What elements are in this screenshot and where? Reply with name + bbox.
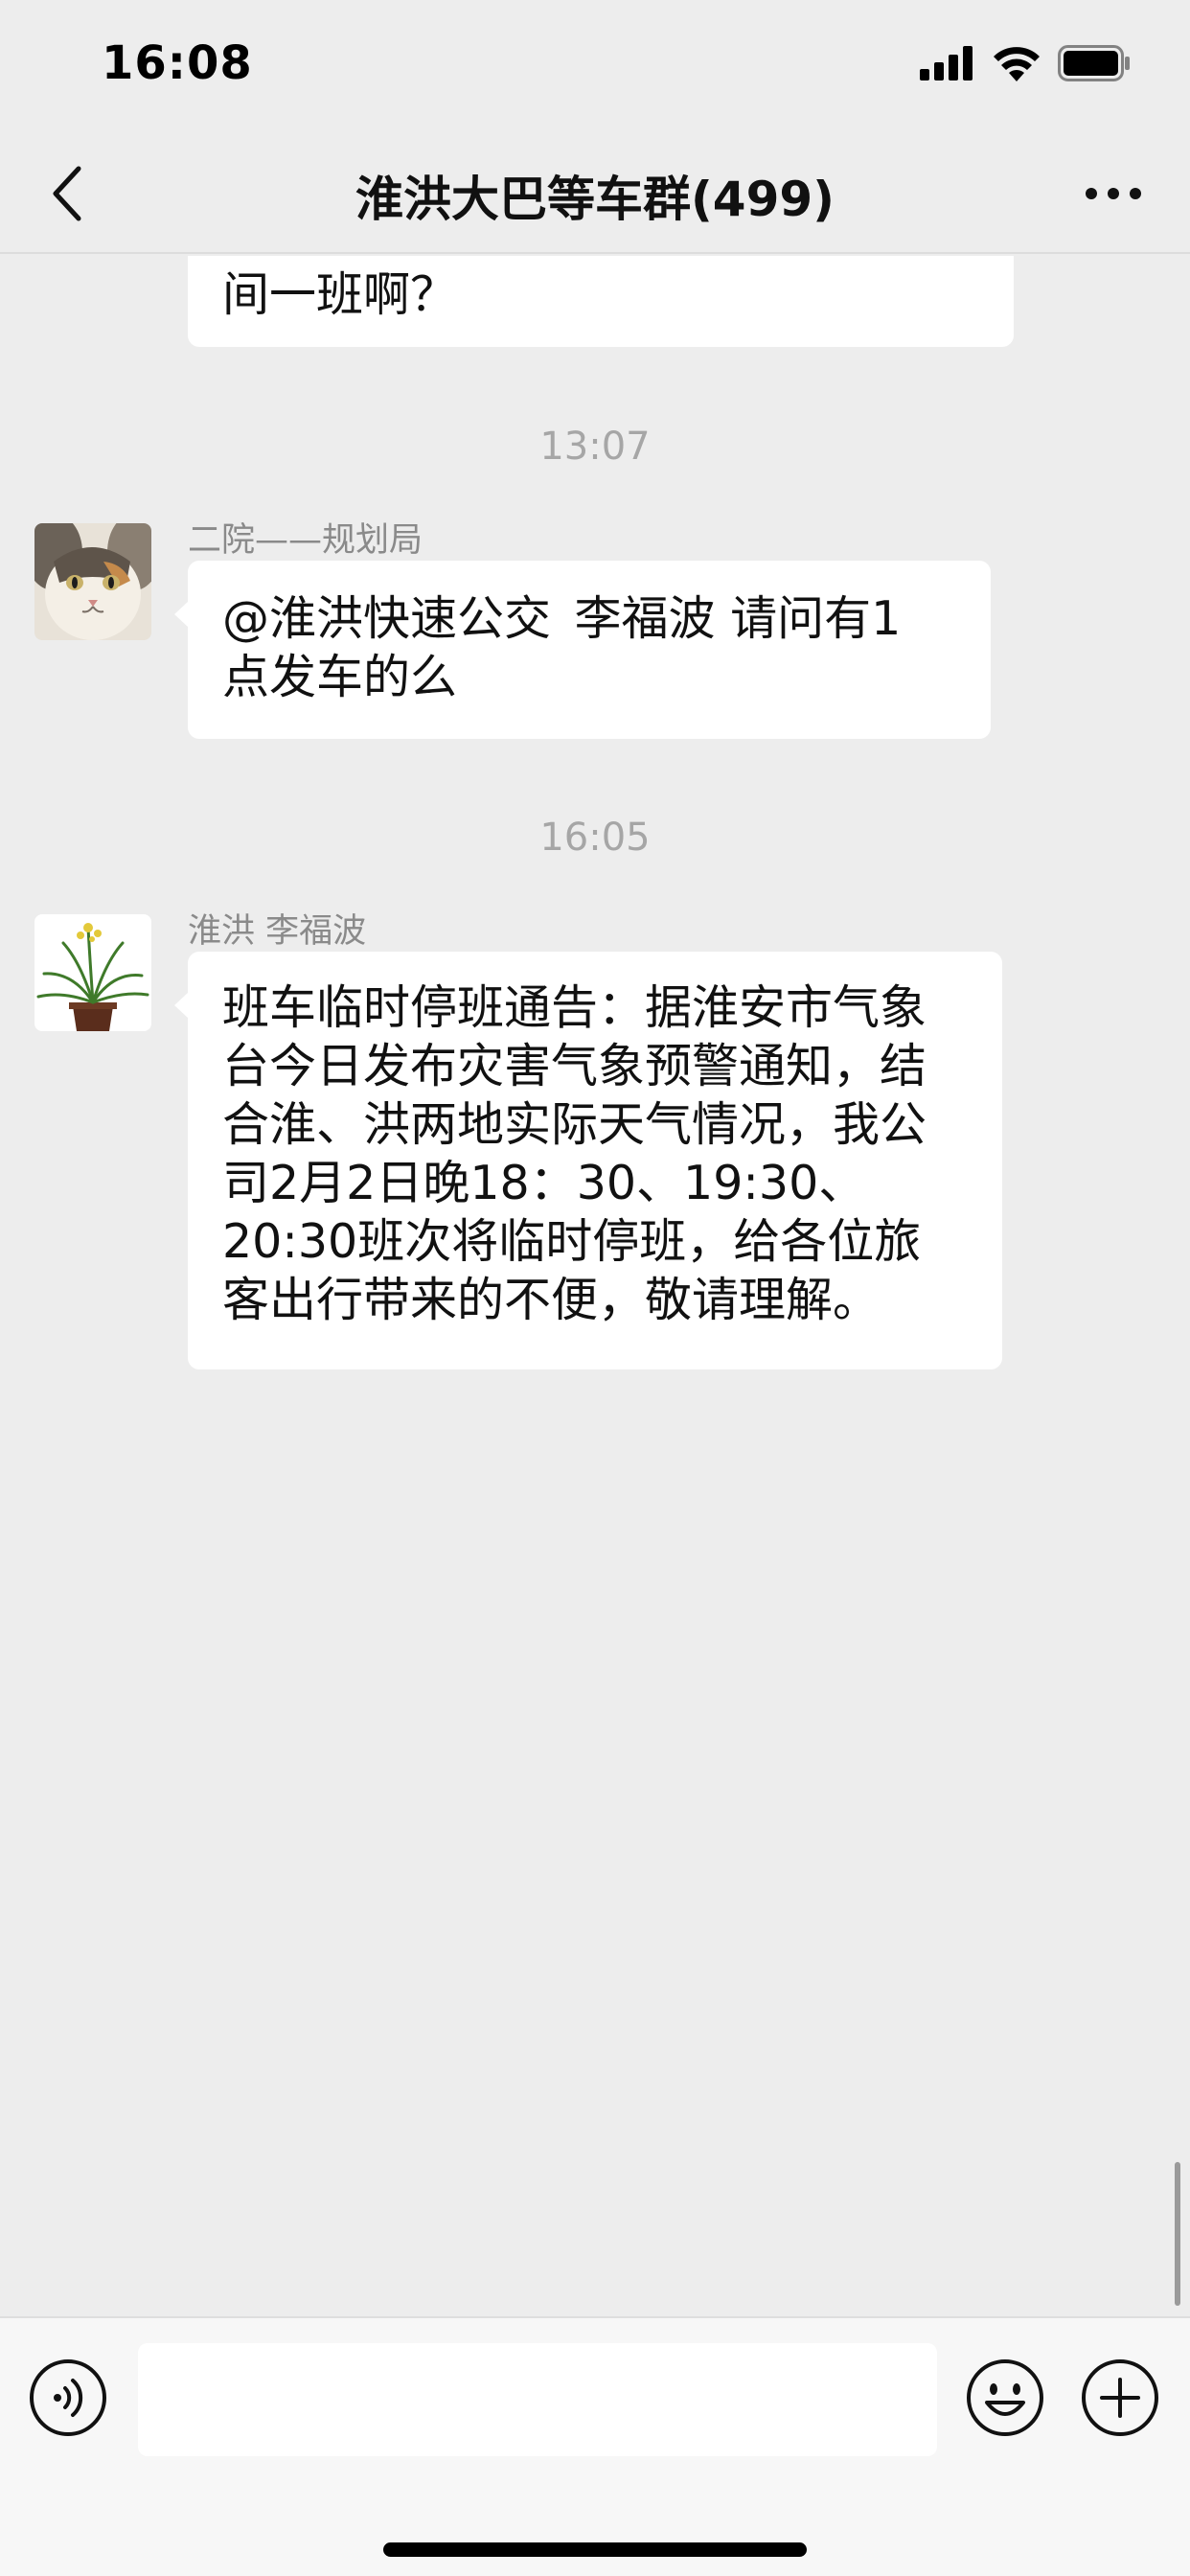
plant-avatar[interactable] [34, 914, 151, 1031]
message-input[interactable] [138, 2343, 937, 2456]
plus-icon [1082, 2359, 1158, 2436]
emoji-button[interactable] [966, 2358, 1044, 2437]
message-timestamp: 13:07 [539, 425, 651, 469]
wifi-icon [994, 47, 1040, 81]
nav-bar: 淮洪大巴等车群(499) [0, 134, 1190, 254]
message-line: 点发车的么 [222, 650, 458, 704]
message-list[interactable]: 间一班啊？ 13:07 二院——规划局 @淮洪快速公交 李福波 请问有1 点发车… [0, 256, 1190, 2316]
message-line: 司2月2日晚18：30、19:30、 [222, 1156, 866, 1210]
status-time: 16:08 [102, 36, 253, 90]
message-bubble[interactable]: @淮洪快速公交 李福波 请问有1 点发车的么 [174, 561, 991, 739]
status-icons [920, 42, 1131, 84]
status-bar: 16:08 [0, 0, 1190, 134]
home-indicator [383, 2542, 807, 2557]
message-line: 客出行带来的不便，敬请理解。 [222, 1273, 881, 1327]
message-timestamp: 16:05 [539, 816, 651, 860]
chat-title: 淮洪大巴等车群(499) [355, 172, 835, 227]
voice-icon [30, 2359, 106, 2436]
cat-avatar[interactable] [34, 523, 151, 640]
input-bar [0, 2316, 1190, 2576]
signal-icon [920, 46, 973, 80]
more-button[interactable] [1079, 167, 1148, 220]
emoji-icon [967, 2359, 1043, 2436]
message-line: 20:30班次将临时停班，给各位旅 [222, 1214, 922, 1269]
more-dots-icon [1086, 188, 1141, 199]
sender-name: 二院——规划局 [188, 521, 423, 560]
message-line: 合淮、洪两地实际天气情况，我公 [222, 1097, 927, 1152]
message-line: 间一班啊？ [222, 267, 458, 322]
scrollbar[interactable] [1175, 2162, 1180, 2306]
message-bubble[interactable]: 间一班啊？ [188, 256, 1014, 347]
message-bubble[interactable]: 班车临时停班通告：据淮安市气象 台今日发布灾害气象预警通知，结 合淮、洪两地实际… [174, 952, 1002, 1369]
message-line: 台今日发布灾害气象预警通知，结 [222, 1039, 927, 1093]
message-line: 班车临时停班通告：据淮安市气象 [222, 980, 927, 1035]
plus-button[interactable] [1081, 2358, 1159, 2437]
battery-icon [1058, 45, 1130, 81]
sender-name: 淮洪 李福波 [188, 912, 367, 951]
message-line: @淮洪快速公交 李福波 请问有1 [222, 591, 902, 646]
voice-button[interactable] [29, 2358, 107, 2437]
